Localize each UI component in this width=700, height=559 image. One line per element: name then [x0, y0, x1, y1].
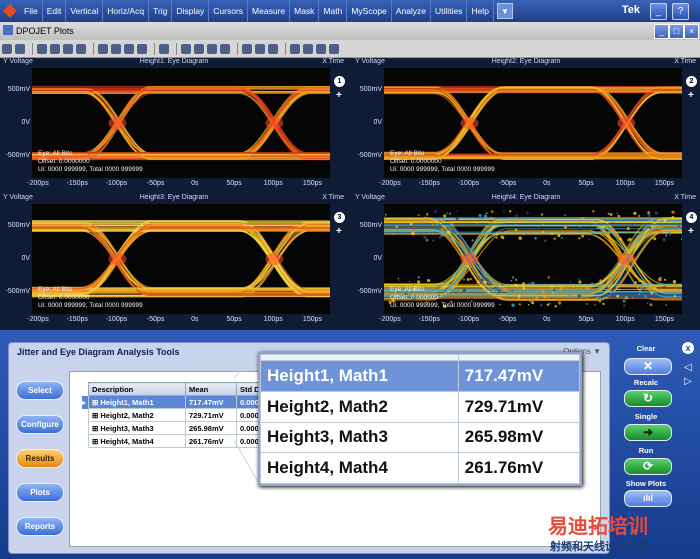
zoom-row-mean: 261.76mV: [457, 452, 581, 484]
zoom-row: Height4, Math4 261.76mV: [260, 452, 581, 484]
zoom-row-mean: 717.47mV: [457, 360, 581, 392]
zoom-row-mean: 265.98mV: [457, 421, 581, 454]
zoom-row-mean: 729.71mV: [457, 390, 581, 423]
watermark-tagline: 射频和天线设计专家: [550, 541, 649, 553]
zoom-row-description: Height2, Math2: [260, 390, 459, 423]
zoom-row: Height3, Math3 265.98mV: [260, 421, 581, 454]
zoomed-results-callout: Height1, Math1 717.47mV Height2, Math2 729.…: [258, 352, 582, 486]
zoom-row: Height1, Math1 717.47mV: [260, 360, 581, 392]
zoom-row: Height2, Math2 729.71mV: [260, 390, 581, 423]
zoom-row-description: Height1, Math1: [260, 360, 459, 392]
watermark-logo: 易迪拓培训: [548, 510, 648, 539]
zoom-row-description: Height4, Math4: [260, 452, 459, 484]
zoom-row-description: Height3, Math3: [260, 421, 459, 454]
watermark-line1: 易迪拓培训: [548, 516, 648, 538]
